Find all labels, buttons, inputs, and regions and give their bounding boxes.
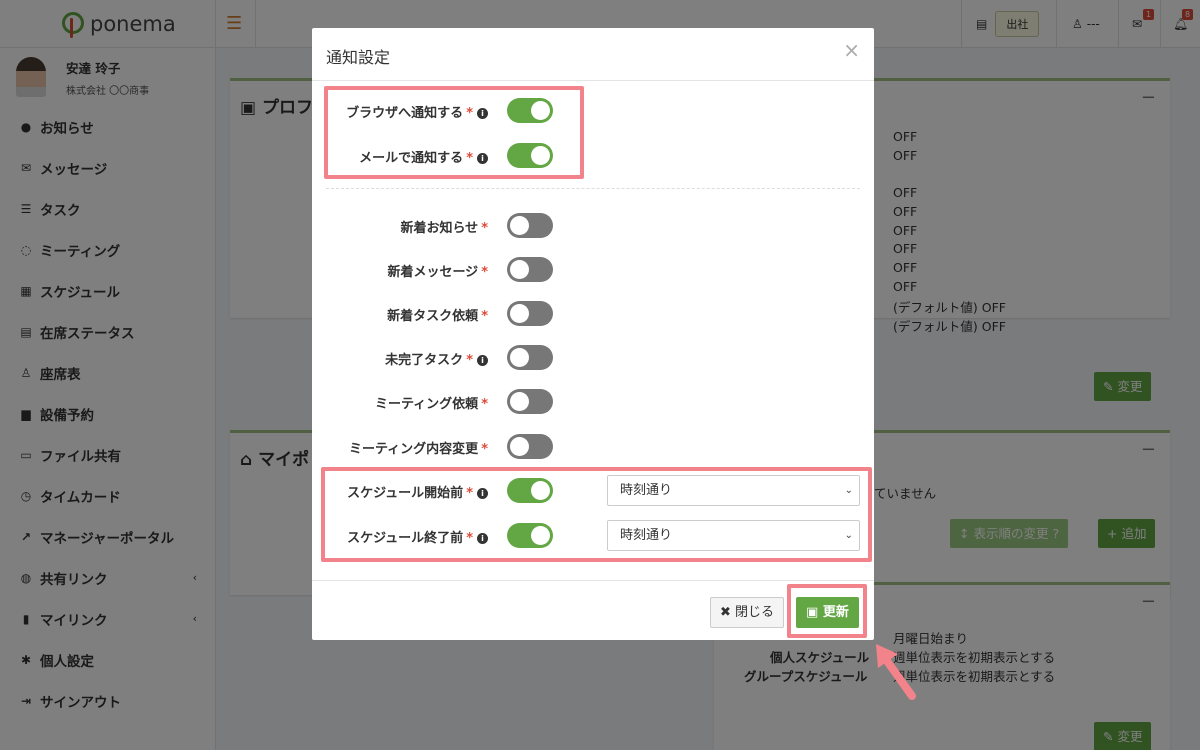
setting-row: 新着タスク依頼 * (312, 298, 874, 328)
setting-label: 未完了タスク * i (385, 349, 488, 368)
toggle-knob (510, 392, 529, 411)
toggle-switch[interactable] (507, 257, 553, 282)
toggle-switch[interactable] (507, 345, 553, 370)
setting-label: ミーティング依頼 * (374, 397, 488, 412)
setting-label: ミーティング内容変更 * (348, 442, 488, 457)
required-marker: * (481, 221, 488, 236)
info-icon[interactable]: i (477, 355, 488, 366)
toggle-knob (510, 348, 529, 367)
highlight-box-update (787, 584, 867, 638)
dialog-title: 通知設定 (326, 48, 391, 67)
highlight-box-schedule (321, 467, 872, 562)
toggle-knob (510, 304, 529, 323)
section-divider (326, 188, 860, 189)
toggle-switch[interactable] (507, 434, 553, 459)
setting-label: 新着メッセージ * (387, 265, 488, 280)
pointer-arrow-icon (876, 644, 916, 700)
toggle-switch[interactable] (507, 213, 553, 238)
toggle-knob (510, 260, 529, 279)
setting-label: 新着お知らせ * (400, 221, 488, 236)
close-icon[interactable]: × (843, 38, 860, 62)
setting-row: 未完了タスク * i (312, 342, 874, 372)
toggle-knob (510, 216, 529, 235)
required-marker: * (481, 442, 488, 457)
required-marker: * (481, 265, 488, 280)
toggle-knob (510, 437, 529, 456)
setting-label: 新着タスク依頼 * (387, 309, 488, 324)
setting-row: ミーティング内容変更 * (312, 431, 874, 461)
required-marker: * (481, 309, 488, 324)
times-icon: ✖ (720, 605, 731, 620)
close-button[interactable]: ✖ 閉じる (710, 597, 785, 628)
required-marker: * (481, 397, 488, 412)
highlight-box-channels (324, 86, 584, 179)
required-marker: * (466, 353, 473, 368)
toggle-switch[interactable] (507, 301, 553, 326)
setting-row: 新着お知らせ * (312, 210, 874, 240)
toggle-switch[interactable] (507, 389, 553, 414)
setting-row: ミーティング依頼 * (312, 386, 874, 416)
setting-row: 新着メッセージ * (312, 254, 874, 284)
dialog-header: 通知設定 × (312, 28, 874, 81)
